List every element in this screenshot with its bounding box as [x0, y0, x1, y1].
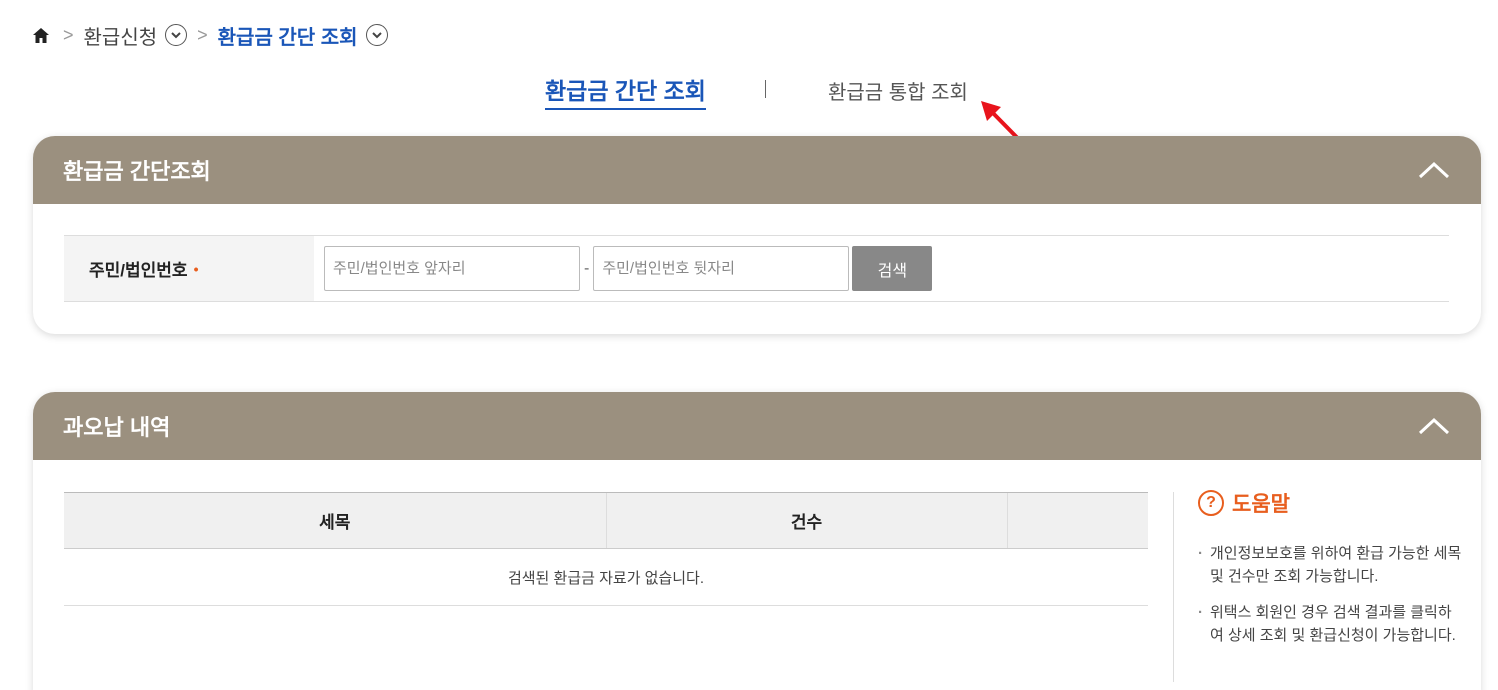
breadcrumb-label: 환급신청	[83, 26, 158, 49]
panel-title: 과오납 내역	[63, 415, 171, 440]
chevron-down-icon[interactable]	[365, 24, 388, 46]
table-header-row: 세목 건수	[64, 492, 1148, 549]
column-header-empty	[1006, 492, 1148, 549]
separator: -	[584, 259, 590, 277]
breadcrumb-label: 환급금 간단 조회	[217, 26, 358, 49]
panel-header: 환급금 간단조회	[33, 136, 1481, 204]
column-header-count: 건수	[605, 492, 1007, 549]
tab-integrated-lookup[interactable]: 환급금 통합 조회	[828, 76, 968, 105]
help-box: ? 도움말 개인정보보호를 위하여 환급 가능한 세목 및 건수만 조회 가능합…	[1173, 490, 1463, 682]
help-item: 개인정보보호를 위하여 환급 가능한 세목 및 건수만 조회 가능합니다.	[1198, 542, 1463, 588]
help-title: ? 도움말	[1198, 488, 1463, 518]
tab-simple-lookup[interactable]: 환급금 간단 조회	[545, 72, 706, 110]
question-icon: ?	[1198, 490, 1224, 516]
help-title-text: 도움말	[1232, 493, 1290, 516]
help-list: 개인정보보호를 위하여 환급 가능한 세목 및 건수만 조회 가능합니다. 위택…	[1198, 542, 1463, 647]
breadcrumb-item-simple-lookup[interactable]: 환급금 간단 조회	[218, 21, 388, 50]
chevron-right-icon: >	[63, 24, 74, 45]
id-number-fields: - 검색	[314, 236, 933, 301]
id-number-row: 주민/법인번호 • - 검색	[64, 235, 1449, 302]
panel-title: 환급금 간단조회	[63, 159, 211, 184]
empty-message: 검색된 환급금 자료가 없습니다.	[64, 548, 1148, 606]
id-front-input[interactable]	[324, 246, 580, 291]
overpayment-panel: 과오납 내역 세목 건수 검색된 환급금 자료가 없습니다. ? 도움말 개인정…	[33, 392, 1481, 690]
table-row: 검색된 환급금 자료가 없습니다.	[64, 548, 1148, 606]
result-table: 세목 건수 검색된 환급금 자료가 없습니다.	[64, 492, 1148, 606]
simple-lookup-panel: 환급금 간단조회 주민/법인번호 • - 검색	[33, 136, 1481, 334]
label-text: 주민/법인번호	[89, 261, 188, 280]
breadcrumb-item-refund-apply[interactable]: 환급신청	[84, 21, 188, 50]
chevron-down-icon[interactable]	[165, 24, 188, 46]
panel-header: 과오납 내역	[33, 392, 1481, 460]
help-item: 위택스 회원인 경우 검색 결과를 클릭하여 상세 조회 및 환급신청이 가능합…	[1198, 601, 1463, 647]
tab-divider	[765, 80, 766, 98]
chevron-up-icon[interactable]	[1417, 409, 1451, 443]
lookup-tabs: 환급금 간단 조회 환급금 통합 조회	[0, 68, 1498, 110]
id-number-label: 주민/법인번호 •	[64, 236, 314, 301]
search-button[interactable]: 검색	[852, 246, 933, 291]
required-mark: •	[193, 260, 199, 277]
chevron-right-icon: >	[197, 24, 208, 45]
chevron-up-icon[interactable]	[1417, 153, 1451, 187]
breadcrumb: > 환급신청 > 환급금 간단 조회	[31, 20, 388, 50]
home-icon[interactable]	[31, 25, 51, 45]
column-header-tax-item: 세목	[64, 492, 606, 549]
id-back-input[interactable]	[593, 246, 850, 291]
